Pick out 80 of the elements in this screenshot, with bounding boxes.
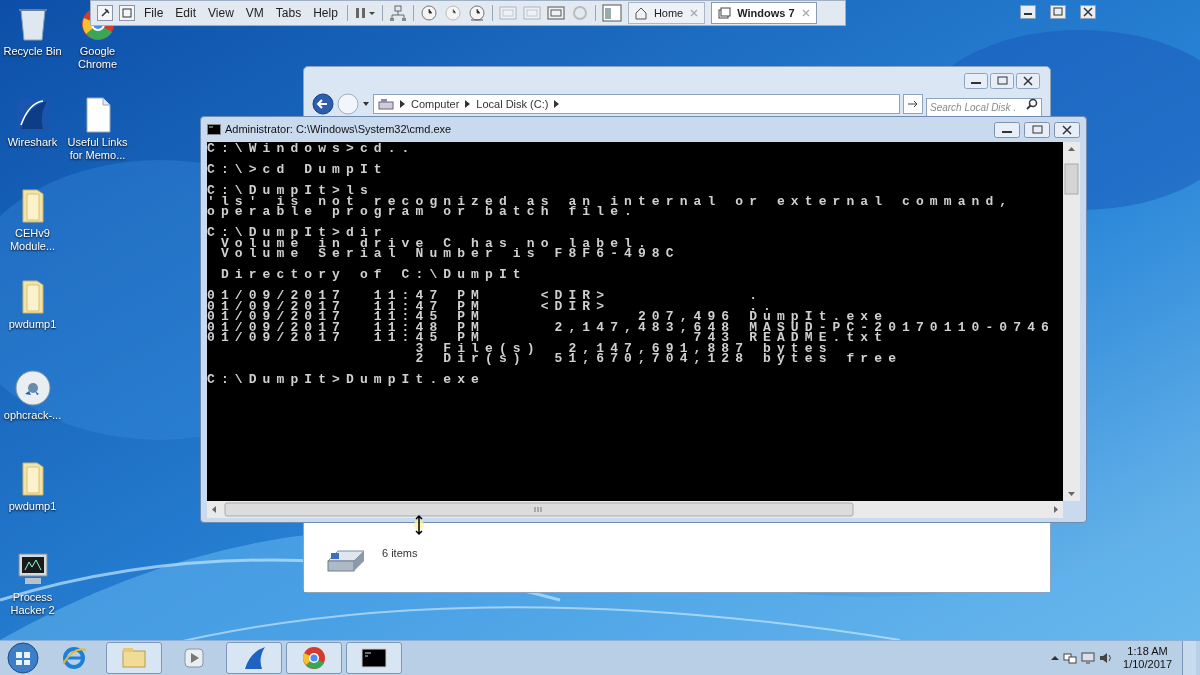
breadcrumb-item[interactable]: Computer: [411, 95, 460, 113]
menu-item[interactable]: Edit: [172, 4, 200, 22]
desktop-icon-label[interactable]: pwdump1: [7, 500, 58, 513]
vm-tab[interactable]: Home: [627, 2, 706, 24]
clock-icon[interactable]: [467, 4, 486, 22]
fullscreen-icon[interactable]: [119, 5, 135, 21]
console-line: C:\DumpIt>dir: [207, 228, 388, 239]
browser-icon: [60, 644, 88, 672]
fit-icon[interactable]: [546, 5, 565, 21]
caret-icon[interactable]: [362, 100, 370, 108]
console-line: 2 Dir(s) 51,670,704,128 bytes free: [414, 354, 903, 365]
breadcrumb-item[interactable]: Local Disk (C:): [476, 95, 549, 113]
network-icon[interactable]: [1063, 651, 1078, 665]
close-icon[interactable]: [1054, 121, 1080, 138]
chevron-right-icon: [554, 100, 560, 108]
network-icon[interactable]: [388, 4, 407, 22]
console-line: C:\>cd DumpIt: [207, 165, 388, 176]
console-line: 01/09/2017 11:45 PM 743 README.txt: [207, 333, 889, 344]
show-desktop-button[interactable]: [1182, 641, 1196, 675]
status-text: 6 items: [382, 546, 418, 561]
window-title: Administrator: C:\Windows\System32\cmd.exe: [225, 122, 453, 138]
minimize-icon[interactable]: [1020, 5, 1036, 19]
drive-icon: [378, 98, 394, 110]
console-line: 01/09/2017 11:48 PM 2,147,483,648 MASUD-PC-20170110-0746: [207, 322, 1055, 333]
taskbar-button[interactable]: [346, 642, 402, 674]
display-icon[interactable]: [1081, 651, 1096, 665]
refresh-icon[interactable]: [903, 94, 923, 114]
disc-icon: [12, 368, 53, 408]
vm-tab[interactable]: Windows 7: [711, 2, 817, 24]
pause-icon[interactable]: [353, 6, 376, 20]
console-line: Directory of C:\DumpIt: [219, 270, 527, 281]
search-field[interactable]: Search Local Disk .: [926, 97, 1042, 118]
vertical-scrollbar[interactable]: [1063, 142, 1080, 501]
home-icon: [633, 6, 648, 20]
desktop-icon-label[interactable]: Google Chrome: [65, 45, 130, 71]
console-line: 'ls' is not recognized as an internal or external command,: [207, 196, 1014, 207]
console-line: Volume in drive C has no label.: [220, 238, 652, 249]
chevron-right-icon: [465, 100, 471, 108]
console-icon: [207, 124, 221, 135]
desktop-icon-label[interactable]: Wireshark: [6, 136, 59, 149]
console-line: C:\DumpIt>ls: [207, 186, 374, 197]
drive-icon: [326, 547, 366, 573]
minimize-icon[interactable]: [964, 73, 988, 89]
speaker-icon[interactable]: [1099, 651, 1114, 665]
address-bar[interactable]: Computer Local Disk (C:): [373, 94, 900, 114]
menu-item[interactable]: Tabs: [272, 4, 305, 22]
horizontal-scrollbar[interactable]: [207, 501, 1063, 518]
chevron-right-icon: [400, 100, 405, 108]
window-icon: [717, 6, 732, 20]
chrome-icon: [300, 644, 328, 672]
up-arrow-icon[interactable]: [1051, 654, 1060, 662]
restore-icon[interactable]: [1050, 5, 1066, 19]
console-line: 01/09/2017 11:47 PM <DIR> ..: [207, 301, 777, 312]
library-icon[interactable]: [601, 4, 622, 22]
menu-item[interactable]: VM: [242, 4, 267, 22]
console-line: Volume Serial Number is F8F6-498C: [219, 249, 680, 260]
close-icon[interactable]: [1080, 5, 1096, 19]
console-line: 01/09/2017 11:47 PM <DIR> .: [207, 291, 764, 302]
search-icon: [1026, 98, 1038, 110]
menu-item[interactable]: View: [205, 4, 237, 22]
desktop-icon-label[interactable]: ophcrack-...: [2, 409, 63, 422]
console-line: C:\DumpIt>DumpIt.exe: [207, 375, 486, 386]
menu-item[interactable]: File: [141, 4, 167, 22]
desktop-icon-label[interactable]: Process Hacker 2: [0, 591, 65, 617]
desktop-icon-label[interactable]: CEHv9 Module...: [0, 227, 65, 253]
console-line: C:\Windows>cd..: [207, 144, 416, 155]
desktop-icon-label[interactable]: Recycle Bin: [2, 45, 63, 58]
back-icon[interactable]: [312, 93, 334, 115]
console-line: operable program or batch file.: [207, 207, 638, 218]
menu-item[interactable]: Help: [310, 4, 341, 22]
clock[interactable]: 1:18 AM 1/10/2017: [1117, 645, 1178, 671]
resize-cursor-icon: [413, 514, 425, 536]
start-button[interactable]: [4, 641, 42, 675]
clock-icon[interactable]: [419, 4, 438, 22]
desktop-icon-label[interactable]: pwdump1: [7, 318, 58, 331]
console-line: 3 File(s) 2,147,691,887 bytes: [415, 343, 833, 354]
desktop-icon-label[interactable]: Useful Links for Memo...: [65, 136, 130, 162]
pin-icon[interactable]: [97, 5, 113, 21]
minimize-icon[interactable]: [994, 121, 1020, 138]
close-icon[interactable]: [1016, 73, 1040, 89]
